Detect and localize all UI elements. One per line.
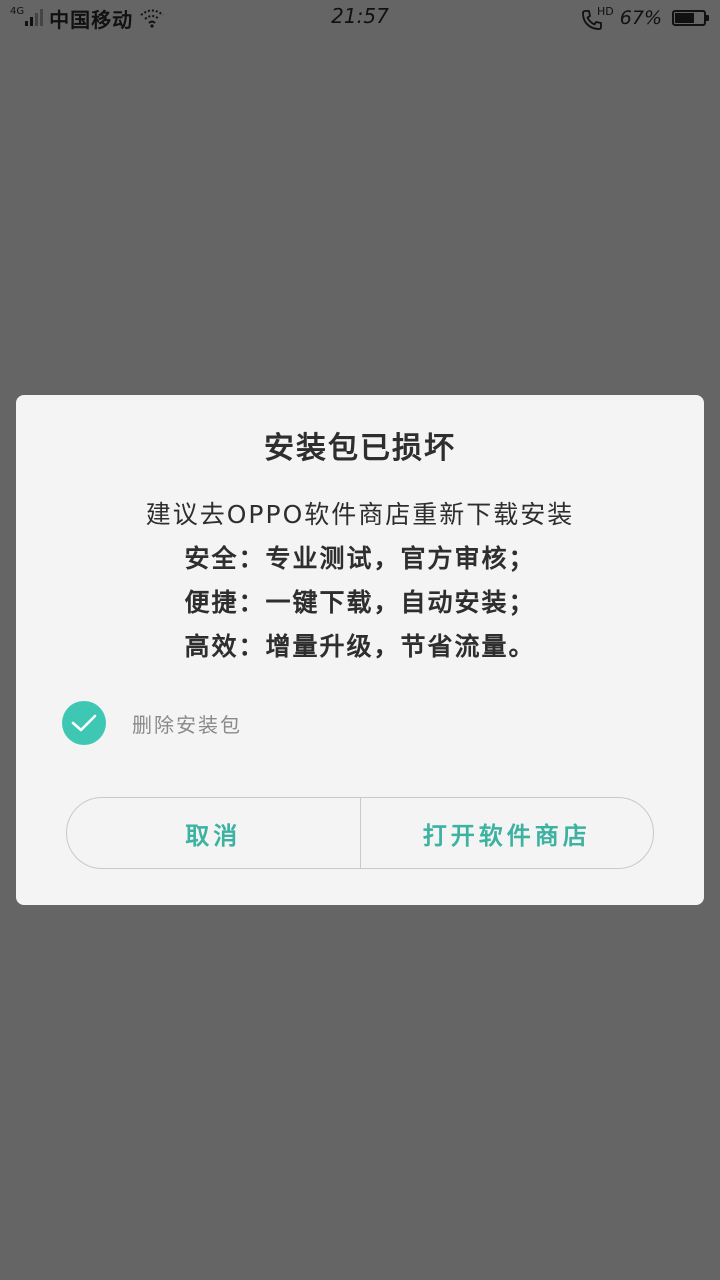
message-line-suggestion: 建议去OPPO软件商店重新下载安装 [145,500,575,529]
battery-icon [672,10,709,26]
open-store-button[interactable]: 打开软件商店 [361,798,654,868]
message-line-convenient: 便捷：一键下载，自动安装； [184,588,536,617]
dialog-button-group: 取消 打开软件商店 [66,797,654,869]
message-line-efficient: 高效：增量升级，节省流量。 [184,632,536,661]
status-bar: 4G 中国移动 21:57 HD 67% [0,0,720,36]
package-damaged-dialog: 安装包已损坏 建议去OPPO软件商店重新下载安装 安全：专业测试，官方审核； 便… [16,395,704,905]
status-right: HD 67% [580,4,709,32]
dialog-title: 安装包已损坏 [264,431,456,466]
delete-package-option[interactable]: 删除安装包 [62,701,242,745]
hd-call-icon: HD [580,5,614,30]
battery-percent: 67% [619,7,662,29]
dialog-message: 建议去OPPO软件商店重新下载安装 安全：专业测试，官方审核； 便捷：一键下载，… [16,493,704,669]
delete-package-label: 删除安装包 [132,712,242,737]
check-icon [71,714,97,732]
cancel-button[interactable]: 取消 [67,798,360,868]
delete-package-checkbox[interactable] [62,701,106,745]
hd-label: HD [597,5,614,18]
battery-fill [675,13,694,23]
message-line-safe: 安全：专业测试，官方审核； [184,544,536,573]
